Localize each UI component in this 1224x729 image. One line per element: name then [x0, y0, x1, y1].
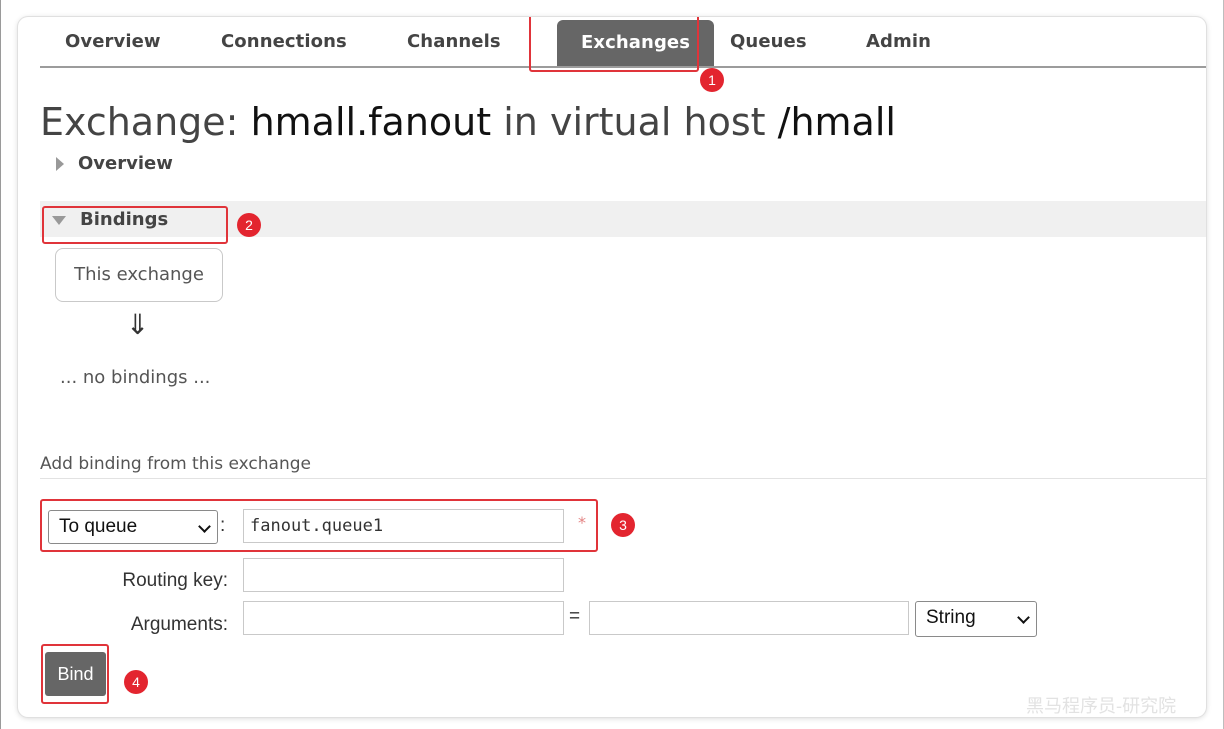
- tab-connections[interactable]: Connections: [221, 31, 347, 52]
- title-prefix: Exchange:: [40, 100, 239, 144]
- chevron-down-icon: [1017, 611, 1030, 624]
- routing-key-input[interactable]: [243, 558, 564, 592]
- section-overview-toggle[interactable]: Overview: [56, 153, 173, 174]
- page-edge: [0, 0, 1, 729]
- vhost-name: /hmall: [777, 100, 896, 144]
- tab-overview[interactable]: Overview: [65, 31, 161, 52]
- equals-sign: =: [569, 606, 581, 627]
- tab-channels[interactable]: Channels: [407, 31, 501, 52]
- argument-key-input[interactable]: [243, 601, 564, 635]
- section-overview-label: Overview: [78, 153, 173, 174]
- title-middle: in virtual host: [503, 100, 766, 144]
- annotation-badge-3: 3: [611, 513, 635, 537]
- argument-value-input[interactable]: [589, 601, 909, 635]
- add-binding-heading: Add binding from this exchange: [40, 454, 311, 474]
- this-exchange-box: This exchange: [55, 248, 223, 302]
- routing-key-label: Routing key:: [122, 570, 228, 591]
- browser-content: Overview Connections Channels Exchanges …: [18, 17, 1206, 717]
- page-title: Exchange: hmall.fanout in virtual host /…: [40, 100, 896, 144]
- annotation-box-destination: [40, 499, 598, 552]
- tab-queues[interactable]: Queues: [730, 31, 807, 52]
- no-bindings-text: ... no bindings ...: [60, 367, 211, 388]
- annotation-box-bind: [41, 644, 109, 704]
- arguments-label: Arguments:: [130, 614, 228, 635]
- annotation-badge-2: 2: [237, 213, 261, 237]
- annotation-box-bindings: [42, 206, 228, 244]
- annotation-badge-1: 1: [700, 68, 724, 92]
- annotation-badge-4: 4: [124, 670, 148, 694]
- annotation-box-exchanges: [529, 17, 699, 72]
- exchange-name: hmall.fanout: [250, 100, 492, 144]
- argument-type-select[interactable]: String: [915, 601, 1037, 637]
- watermark: 黑马程序员-研究院: [1026, 696, 1177, 717]
- down-double-arrow-icon: ⇓: [126, 308, 150, 341]
- tab-admin[interactable]: Admin: [866, 31, 931, 52]
- argument-type-value: String: [926, 607, 976, 628]
- collapsed-triangle-icon: [56, 157, 64, 171]
- add-binding-divider: [40, 478, 1206, 479]
